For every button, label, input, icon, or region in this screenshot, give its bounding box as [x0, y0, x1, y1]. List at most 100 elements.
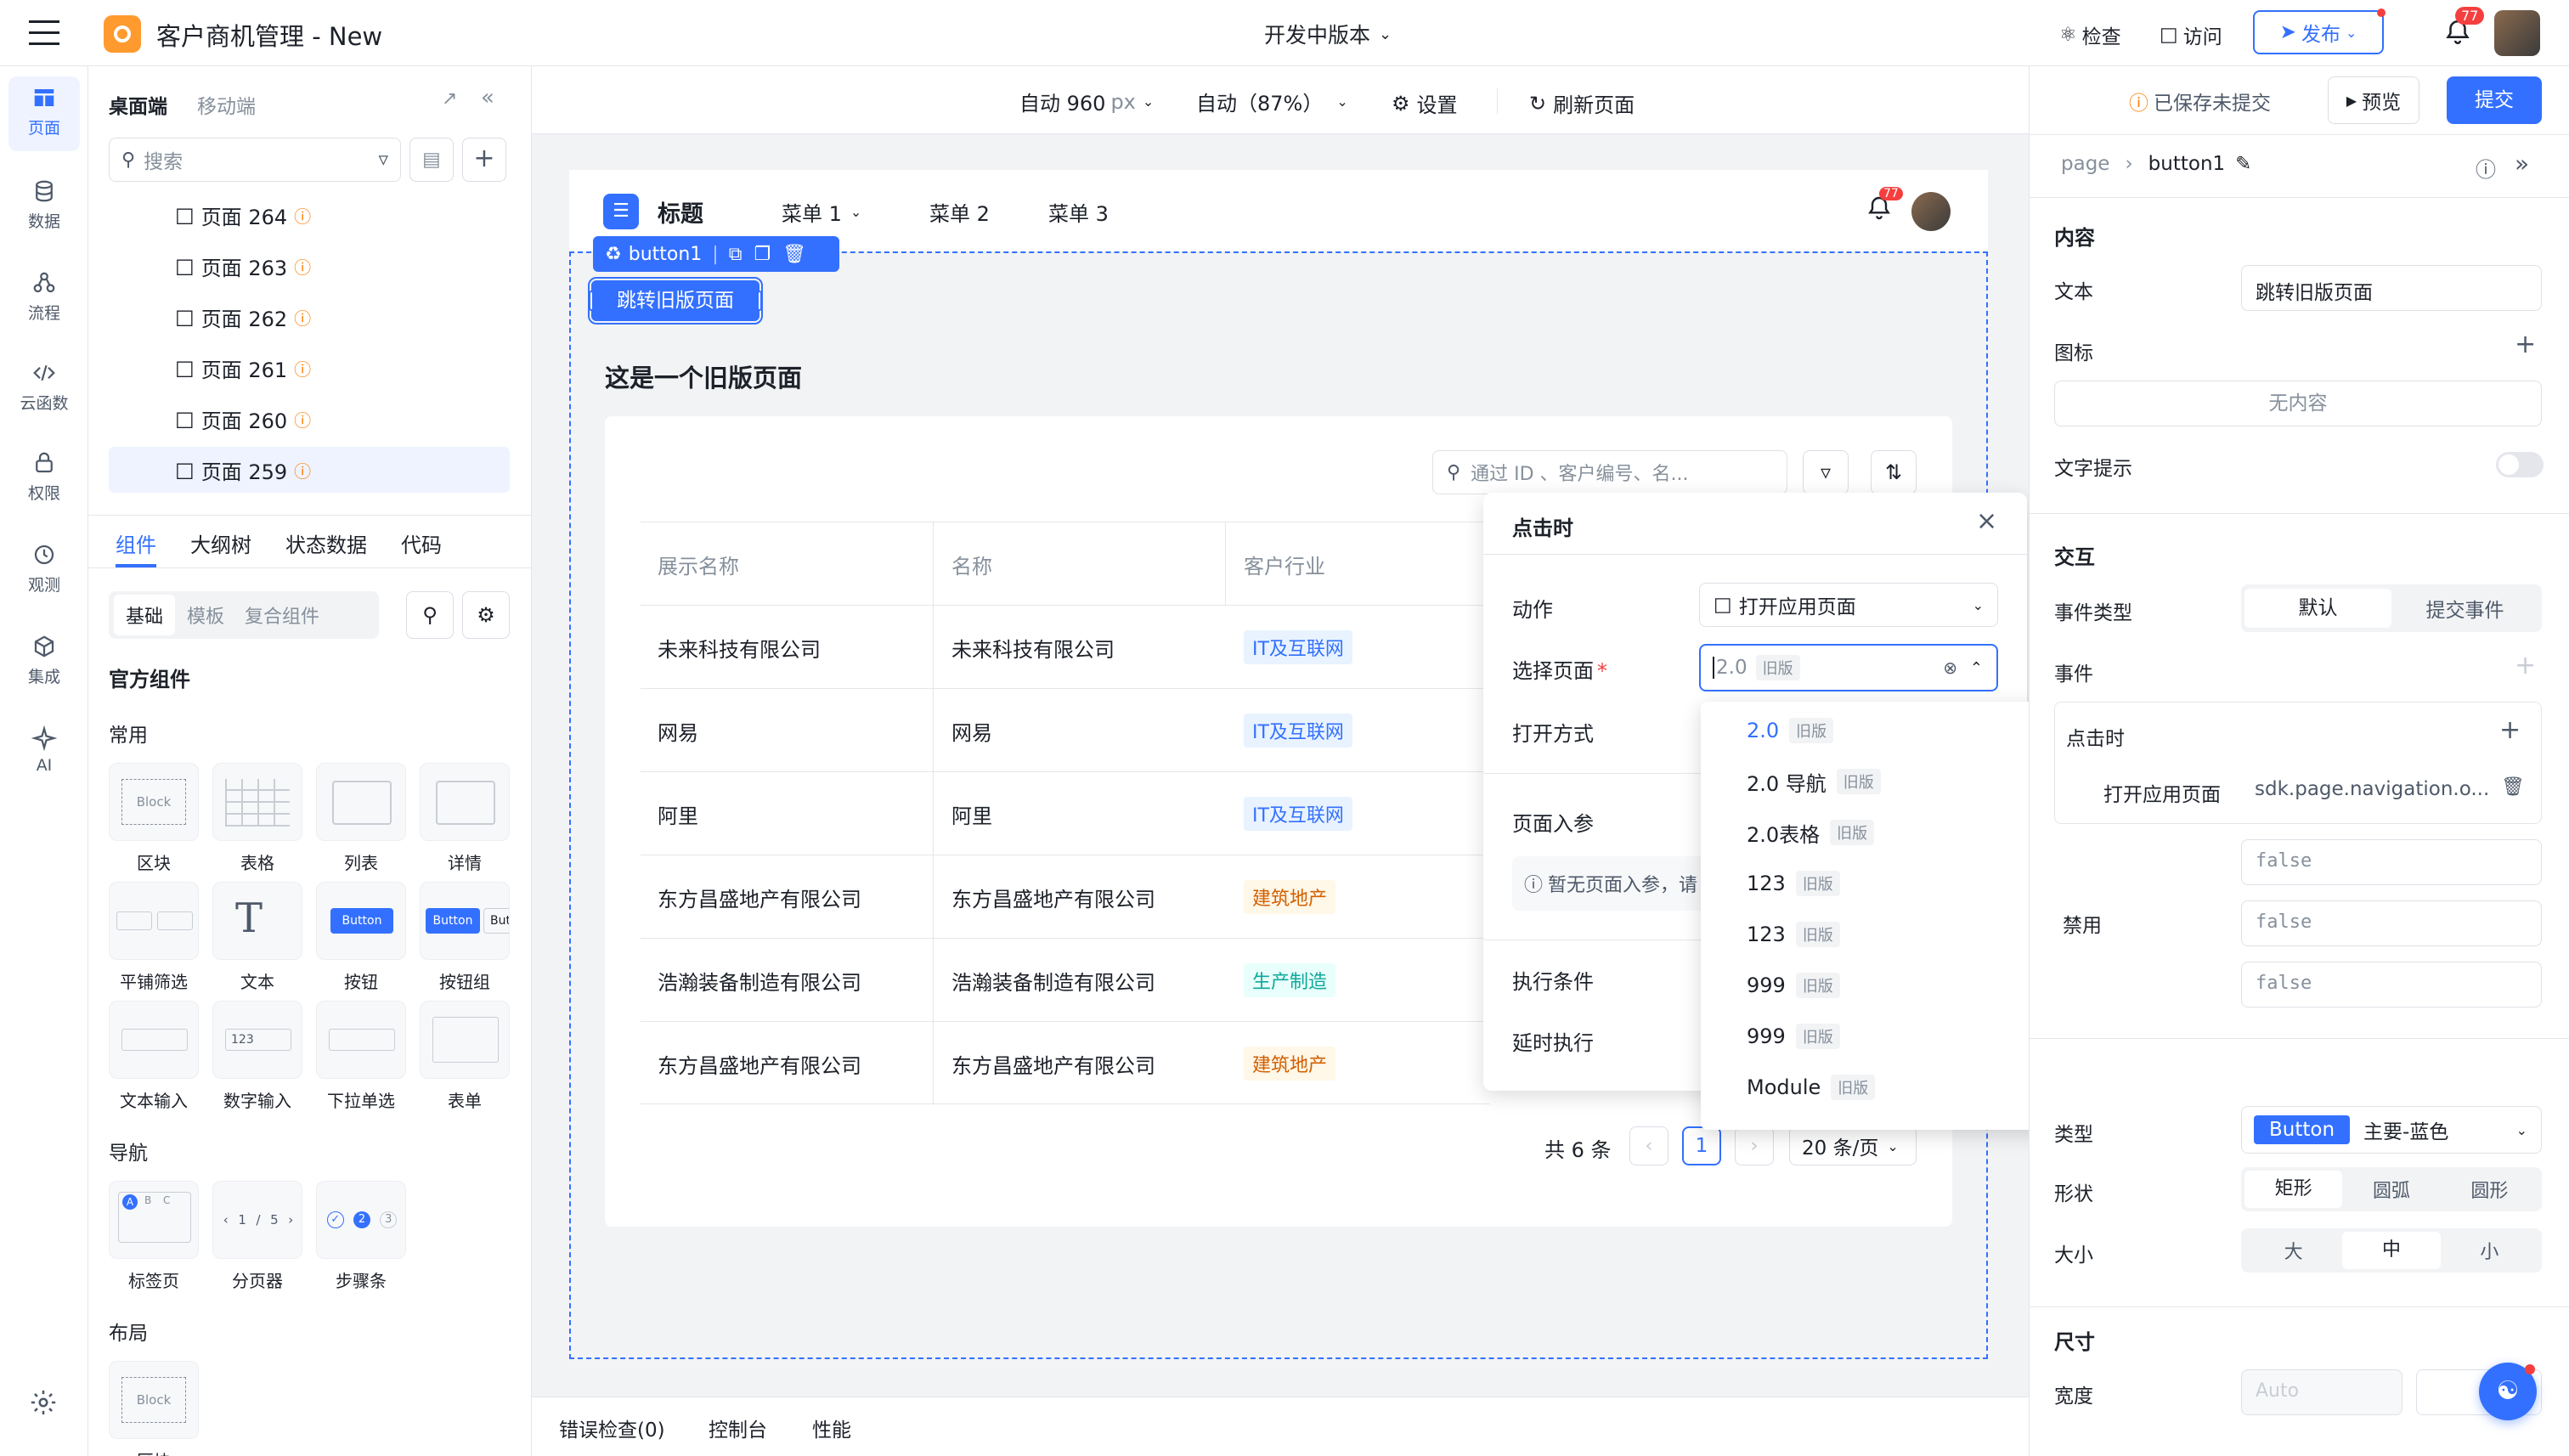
tab-components[interactable]: 组件	[116, 528, 156, 558]
selected-button[interactable]: 跳转旧版页面	[588, 277, 763, 324]
menu-icon[interactable]	[29, 20, 59, 46]
collapse-icon[interactable]: «	[481, 85, 494, 110]
component-select[interactable]: 下拉单选	[316, 1001, 406, 1112]
action-select[interactable]: □ 打开应用页面 ⌄	[1699, 583, 1998, 627]
resize-handle[interactable]	[589, 291, 594, 311]
next-page-button[interactable]: ›	[1735, 1126, 1774, 1165]
table-search-input[interactable]: ⚲ 通过 ID 、客户编号、名...	[1432, 450, 1787, 494]
help-icon[interactable]: ⓘ	[2476, 153, 2496, 183]
subtab-basic[interactable]: 基础	[114, 595, 176, 635]
add-action-button[interactable]: +	[2499, 715, 2521, 745]
console-tab[interactable]: 控制台	[709, 1414, 767, 1442]
template-button[interactable]: ▤	[409, 138, 454, 182]
current-page[interactable]: 1	[1682, 1126, 1721, 1165]
zoom-selector[interactable]: 自动（87%） ⌄	[1196, 87, 1348, 116]
page-item-active[interactable]: □ 页面 259 ⓘ	[109, 447, 510, 493]
canvas-settings-button[interactable]: ⚙ 设置	[1392, 88, 1458, 118]
rail-pages[interactable]: 页面	[0, 85, 88, 138]
expand-icon[interactable]: ↗	[442, 88, 457, 110]
column-industry[interactable]: 客户行业	[1244, 522, 1325, 606]
edit-icon[interactable]: ✎	[2235, 153, 2251, 175]
publish-button[interactable]: ➤ 发布 ⌄	[2253, 8, 2386, 54]
inspect-button[interactable]: ⚛ 检查	[2059, 20, 2121, 49]
add-page-button[interactable]: +	[462, 138, 506, 182]
settings-gear-icon[interactable]	[29, 1388, 58, 1417]
icon-picker[interactable]: 无内容	[2054, 381, 2542, 426]
canvas-bell-icon[interactable]: 77	[1866, 187, 1903, 224]
delete-icon[interactable]: 🗑	[2501, 776, 2525, 798]
add-event-button[interactable]: +	[2515, 651, 2536, 680]
size-medium[interactable]: 中	[2342, 1232, 2441, 1269]
rail-monitor[interactable]: 观测	[0, 542, 88, 595]
component-settings-button[interactable]: ⚙	[462, 591, 510, 639]
resize-handle[interactable]	[757, 291, 762, 311]
delete-icon[interactable]: 🗑	[782, 244, 806, 265]
component-table[interactable]: 表格	[212, 763, 302, 874]
table-row[interactable]: 网易 网易 IT及互联网	[641, 688, 1490, 772]
close-icon[interactable]: ×	[1976, 506, 1997, 536]
component-form[interactable]: 表单	[420, 1001, 510, 1112]
rail-data[interactable]: 数据	[0, 178, 88, 232]
filter-icon[interactable]: ▿	[378, 149, 388, 171]
duplicate-icon[interactable]: ❐	[754, 244, 771, 265]
add-icon-button[interactable]: +	[2515, 330, 2536, 359]
type-select[interactable]: Button 主要-蓝色 ⌄	[2241, 1106, 2542, 1154]
rail-flow[interactable]: 流程	[0, 270, 88, 324]
size-small[interactable]: 小	[2441, 1237, 2538, 1264]
table-row[interactable]: 东方昌盛地产有限公司 东方昌盛地产有限公司 建筑地产	[641, 1021, 1490, 1105]
component-steps[interactable]: ✓ 2 3 步骤条	[316, 1181, 406, 1292]
tab-desktop[interactable]: 桌面端	[109, 90, 167, 119]
shape-arc[interactable]: 圆弧	[2342, 1176, 2440, 1203]
subtab-composite[interactable]: 复合组件	[236, 595, 328, 635]
event-type-submit[interactable]: 提交事件	[2391, 594, 2538, 623]
error-check-tab[interactable]: 错误检查(0)	[559, 1414, 665, 1442]
component-text[interactable]: T 文本	[212, 882, 302, 993]
user-avatar[interactable]	[2494, 10, 2540, 56]
component-search-button[interactable]: ⚲	[406, 591, 454, 639]
page-item[interactable]: □ 页面 262 ⓘ	[109, 294, 510, 340]
component-detail[interactable]: 详情	[420, 763, 510, 874]
rail-ai[interactable]: AI	[0, 725, 88, 775]
canvas-avatar[interactable]	[1911, 192, 1951, 231]
prev-page-button[interactable]: ‹	[1629, 1126, 1668, 1165]
tab-code[interactable]: 代码	[401, 528, 442, 558]
refresh-button[interactable]: ↻ 刷新页面	[1529, 88, 1635, 118]
page-size-select[interactable]: 20 条/页 ⌄	[1789, 1126, 1917, 1165]
text-input[interactable]: 跳转旧版页面	[2241, 265, 2542, 311]
preview-button[interactable]: ▶ 预览	[2328, 76, 2419, 124]
subtab-template[interactable]: 模板	[175, 595, 236, 635]
component-text-input[interactable]: 文本输入	[109, 1001, 199, 1112]
component-block[interactable]: Block 区块	[109, 763, 199, 874]
nav-menu-1[interactable]: 菜单 1 ⌄	[782, 197, 861, 227]
chevron-up-icon[interactable]: ⌃	[1970, 659, 1983, 677]
nav-menu-3[interactable]: 菜单 3	[1048, 197, 1109, 227]
bell-icon[interactable]: 77	[2443, 7, 2485, 49]
page-item[interactable]: □ 页面 264 ⓘ	[109, 192, 510, 238]
property-value-input[interactable]: false	[2241, 962, 2542, 1007]
component-button[interactable]: Button 按钮	[316, 882, 406, 993]
performance-tab[interactable]: 性能	[812, 1414, 851, 1442]
tab-state[interactable]: 状态数据	[285, 528, 367, 558]
table-row[interactable]: 未来科技有限公司 未来科技有限公司 IT及互联网	[641, 605, 1490, 689]
property-value-input[interactable]: false	[2241, 839, 2542, 885]
width-input[interactable]: Auto	[2241, 1369, 2402, 1415]
shape-circle[interactable]: 圆形	[2441, 1176, 2538, 1203]
visit-button[interactable]: □ 访问	[2160, 20, 2222, 49]
table-row[interactable]: 东方昌盛地产有限公司 东方昌盛地产有限公司 建筑地产	[641, 855, 1490, 939]
component-button-group[interactable]: Button But 按钮组	[420, 882, 510, 993]
component-number-input[interactable]: 123 数字输入	[212, 1001, 302, 1112]
component-pagination[interactable]: ‹ 1/5 › 分页器	[212, 1181, 302, 1292]
rail-integration[interactable]: 集成	[0, 634, 88, 687]
property-value-input[interactable]: false	[2241, 900, 2542, 946]
component-filter[interactable]: 平铺筛选	[109, 882, 199, 993]
table-row[interactable]: 阿里 阿里 IT及互联网	[641, 771, 1490, 855]
support-button[interactable]: ☯	[2479, 1363, 2537, 1420]
rail-cloud-function[interactable]: 云函数	[0, 360, 88, 414]
tab-outline[interactable]: 大纲树	[190, 528, 251, 558]
event-type-default[interactable]: 默认	[2244, 589, 2391, 628]
clear-icon[interactable]: ⊗	[1943, 657, 1957, 678]
sort-button[interactable]: ⇅	[1871, 450, 1917, 494]
nav-menu-2[interactable]: 菜单 2	[929, 197, 990, 227]
rail-permission[interactable]: 权限	[0, 450, 88, 504]
table-row[interactable]: 浩瀚装备制造有限公司 浩瀚装备制造有限公司 生产制造	[641, 938, 1490, 1022]
